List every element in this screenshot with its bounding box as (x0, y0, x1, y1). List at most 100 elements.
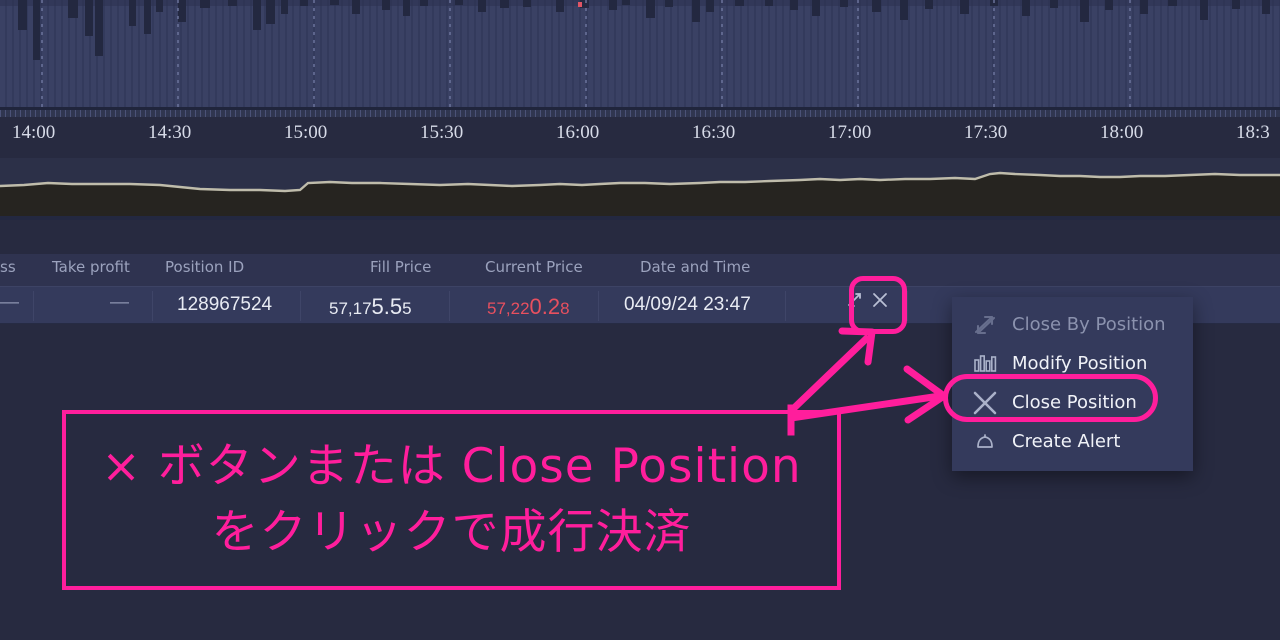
candle-wick (144, 0, 151, 34)
candle-wick (1080, 0, 1089, 22)
candle-wick (1105, 0, 1113, 10)
current-price-suffix: 8 (560, 299, 570, 318)
grid-dotted-line (1129, 0, 1131, 110)
time-axis-label: 15:00 (284, 122, 328, 143)
candle-wick (420, 0, 428, 6)
candle-wick (706, 0, 714, 12)
column-header-fill-price[interactable]: Fill Price (370, 258, 431, 276)
cell-divider (300, 291, 301, 321)
cell-position-id: 128967524 (177, 294, 273, 315)
candle-wick (900, 0, 908, 20)
candle-wick (556, 0, 564, 12)
two-arrows-icon (970, 312, 1000, 338)
grid-dotted-line (721, 0, 723, 110)
candle-wick (330, 0, 339, 5)
candle-wick (735, 0, 744, 6)
cell-fill-price: 57,175.55 (329, 294, 412, 320)
row-action-buttons (845, 290, 955, 320)
grid-dotted-line (585, 0, 587, 110)
candle-wick (500, 0, 509, 8)
column-header-position-id[interactable]: Position ID (165, 258, 244, 276)
time-axis-label: 14:30 (148, 122, 192, 143)
close-x-icon[interactable] (870, 290, 890, 313)
chart-navigator[interactable] (0, 158, 1280, 220)
menu-item-create-alert[interactable]: Create Alert (952, 422, 1193, 461)
candle-wick (622, 0, 630, 5)
menu-item-modify-position[interactable]: Modify Position (952, 344, 1193, 383)
bars-icon (970, 351, 1000, 377)
grid-dotted-line (449, 0, 451, 110)
grid-dotted-line (313, 0, 315, 110)
candle-wick (403, 0, 410, 16)
column-header-stop-loss[interactable]: ss (0, 258, 16, 276)
candle-wick (253, 0, 261, 30)
candle-wick (925, 0, 933, 9)
fill-price-suffix: 5 (402, 299, 412, 318)
candle-wick (692, 0, 700, 22)
current-price-prefix: 57,22 (487, 299, 530, 318)
candle-wick (523, 0, 531, 7)
cell-divider (33, 291, 34, 321)
cell-divider (598, 291, 599, 321)
candle-wick (300, 0, 308, 6)
menu-item-label: Create Alert (1012, 431, 1121, 452)
candle-wick (200, 0, 210, 8)
candle-wick (1022, 0, 1030, 16)
time-axis-label: 15:30 (420, 122, 464, 143)
column-header-take-profit[interactable]: Take profit (52, 258, 130, 276)
candle-wick (872, 0, 881, 12)
time-axis[interactable]: 14:00 14:30 15:00 15:30 16:00 16:30 17:0… (0, 110, 1280, 158)
callout-box: × ボタンまたは Close Position をクリックで成行決済 (62, 410, 841, 590)
candle-wick (129, 0, 136, 26)
time-axis-label: 18:3 (1236, 122, 1270, 143)
cell-divider (152, 291, 153, 321)
candle-wick (455, 0, 463, 5)
candle-wick (1050, 0, 1058, 8)
time-axis-label: 17:00 (828, 122, 872, 143)
time-axis-label: 16:30 (692, 122, 736, 143)
candle-wick (178, 0, 186, 22)
menu-item-label: Close Position (1012, 392, 1137, 413)
bell-icon (970, 429, 1000, 455)
cell-stop-loss: — (0, 292, 19, 313)
candle-wick (1200, 0, 1208, 20)
callout-line-1: × ボタンまたは Close Position (101, 439, 802, 495)
candle-wick (478, 0, 486, 12)
time-axis-label: 14:00 (12, 122, 56, 143)
candle-wick (1232, 0, 1240, 9)
volume-chart-panel[interactable] (0, 0, 1280, 110)
cell-date-and-time: 04/09/24 23:47 (624, 294, 751, 315)
candle-wick (228, 0, 237, 6)
current-price-mid: 0.2 (529, 294, 561, 319)
candle-wick (1168, 0, 1177, 6)
partial-close-icon[interactable] (845, 290, 865, 313)
candle-wick (646, 0, 655, 18)
column-header-date-and-time[interactable]: Date and Time (640, 258, 750, 276)
time-axis-label: 17:30 (964, 122, 1008, 143)
candle-wick (1262, 0, 1270, 14)
candle-wick (790, 0, 798, 10)
cell-divider (449, 291, 450, 321)
callout-line-2: をクリックで成行決済 (211, 505, 692, 560)
x-icon (970, 390, 1000, 416)
cell-current-price: 57,220.28 (487, 294, 570, 320)
candle-wick (812, 0, 820, 16)
candle-wick (95, 0, 103, 56)
candle-wick (156, 0, 163, 12)
candle-wick (840, 0, 848, 7)
grid-dotted-line (857, 0, 859, 110)
time-axis-label: 16:00 (556, 122, 600, 143)
candle-wick (960, 0, 969, 14)
column-header-current-price[interactable]: Current Price (485, 258, 583, 276)
grid-dotted-line (41, 0, 43, 110)
fill-price-mid: 5.5 (371, 294, 403, 319)
candle-wick (352, 0, 360, 14)
position-context-menu[interactable]: Close By Position Modify Position Close … (952, 297, 1193, 471)
time-axis-ticks (0, 110, 1280, 117)
menu-item-close-by-position[interactable]: Close By Position (952, 305, 1193, 344)
candle-wick (68, 0, 78, 18)
candle-wick (1140, 0, 1148, 14)
table-header-row: ss Take profit Position ID Fill Price Cu… (0, 254, 1280, 286)
menu-item-close-position[interactable]: Close Position (952, 383, 1193, 422)
candle-wick (665, 0, 673, 7)
